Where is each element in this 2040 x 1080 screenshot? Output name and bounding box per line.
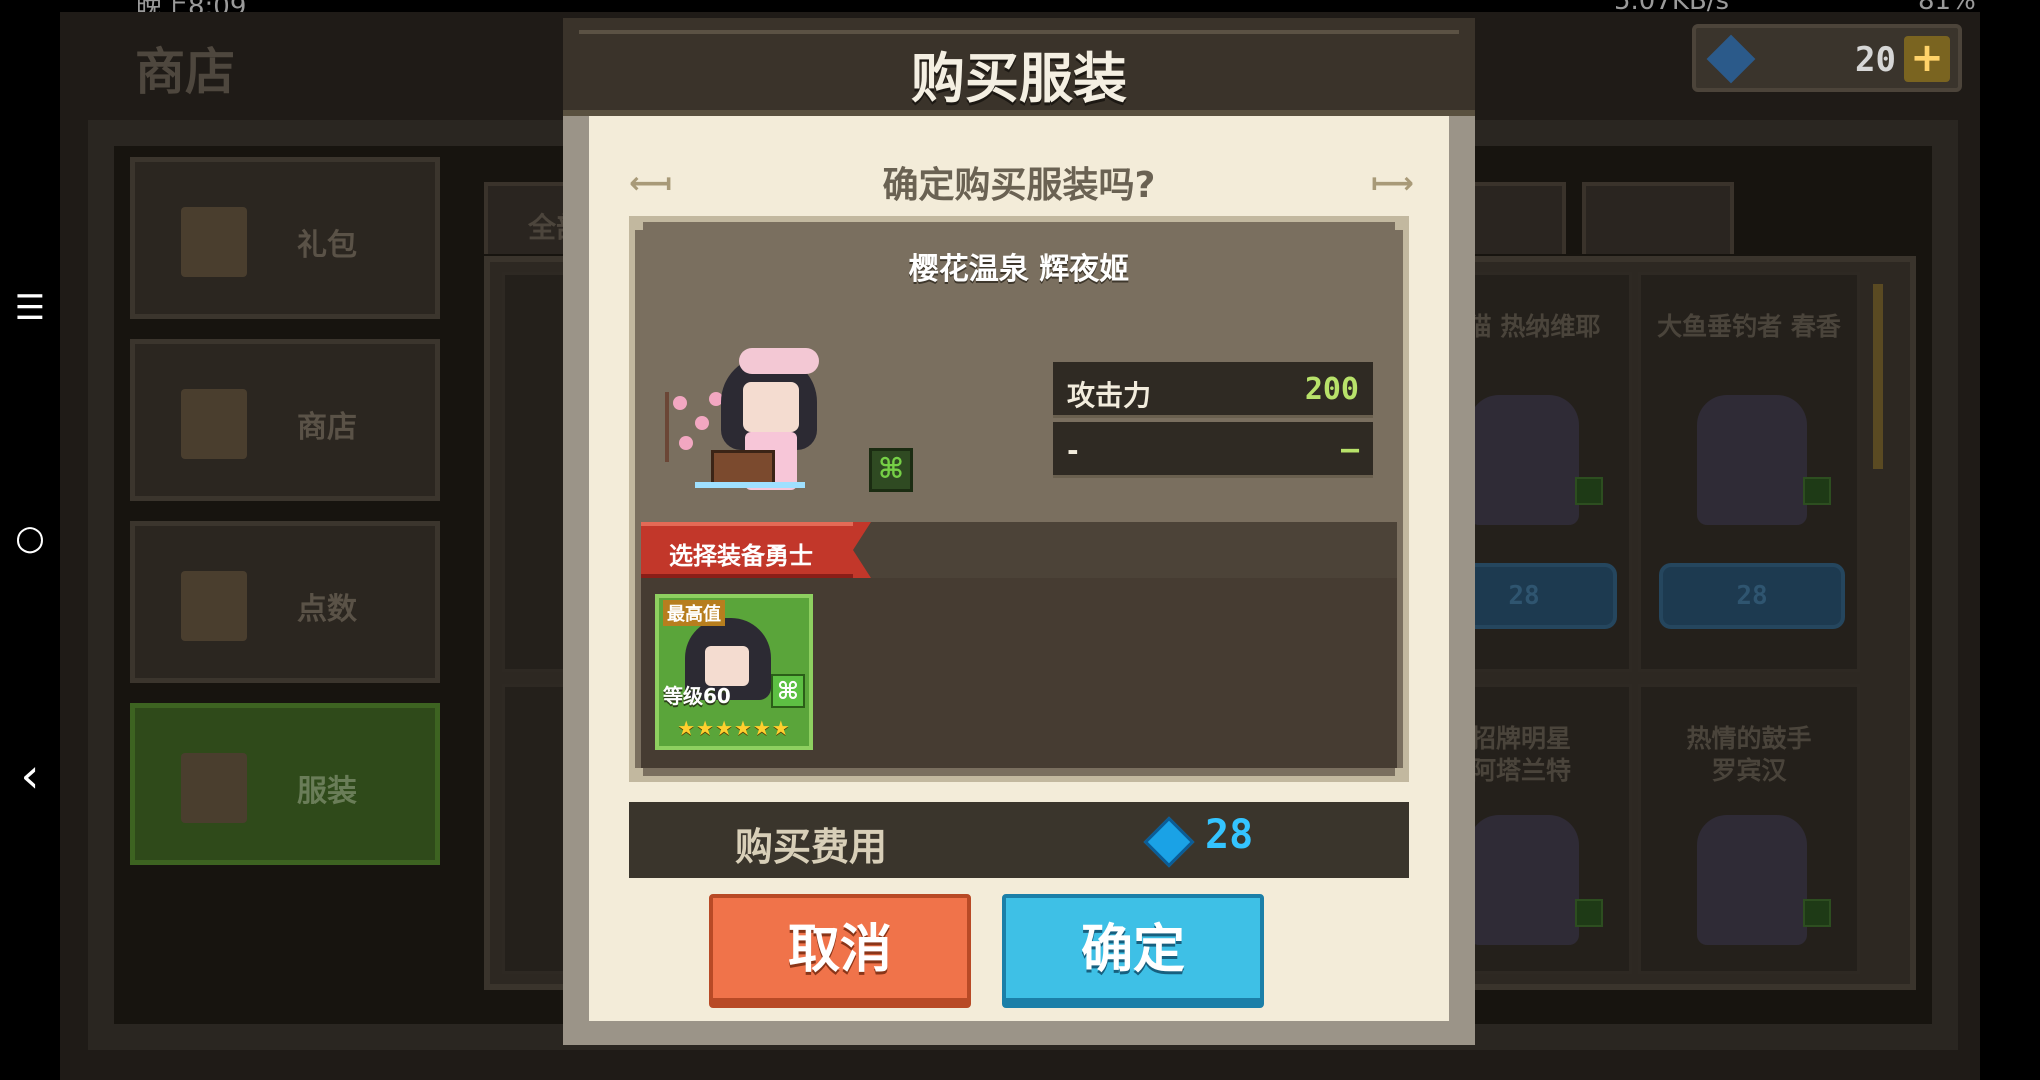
status-time: 晚上8:09 <box>136 0 246 12</box>
cost-value: 28 <box>1205 812 1254 858</box>
costume-character-art <box>1697 395 1807 525</box>
sidebar-item-label: 服装 <box>297 774 357 809</box>
currency-bar: 20 + <box>1692 24 1962 92</box>
confirm-button[interactable]: 确定 <box>1002 894 1264 1008</box>
gold-coins-icon <box>181 389 247 459</box>
gift-icon <box>181 207 247 277</box>
price-value: 28 <box>1736 581 1768 611</box>
status-network-speed: 5.07KB/s <box>1614 0 1729 12</box>
stat-label: - <box>1067 434 1079 467</box>
select-hero-ribbon: 选择装备勇士 <box>641 522 871 578</box>
sidebar-item-points[interactable]: 点数 <box>130 521 440 683</box>
purchase-cost-bar: 购买费用 28 <box>629 802 1409 878</box>
stat-row-attack: 攻击力 200 <box>1053 362 1373 418</box>
hero-stars: ★★★★★★ <box>677 716 791 740</box>
price-button[interactable]: 28 <box>1659 563 1845 629</box>
dialog-subtitle: 确定购买服装吗? <box>882 165 1156 206</box>
gem-count: 20 <box>1855 40 1896 80</box>
dialog-bottom-border <box>563 1021 1475 1045</box>
ticket-icon <box>181 571 247 641</box>
sidebar-item-label: 礼包 <box>297 228 357 263</box>
sidebar-item-costume[interactable]: 服装 <box>130 703 440 865</box>
hero-selection-area: 最高值 等级60 ⌘ ★★★★★★ <box>641 578 1397 768</box>
cost-label: 购买费用 <box>735 825 888 869</box>
dialog-left-border <box>563 116 589 1045</box>
card-name: 大鱼垂钓者 春香 <box>1657 312 1841 341</box>
dialog-header: 购买服装 <box>563 18 1475 116</box>
tab-3[interactable] <box>1582 182 1734 254</box>
costume-name: 樱花温泉 辉夜姬 <box>908 252 1130 287</box>
grid-scrollbar[interactable] <box>1873 284 1883 469</box>
hero-level: 等级60 <box>663 684 731 708</box>
corner-ornament <box>629 216 643 230</box>
add-gems-button[interactable]: + <box>1904 36 1950 82</box>
element-icon <box>1803 477 1831 505</box>
page-title: 商店 <box>135 43 235 101</box>
card-name: 热情的鼓手 罗宾汉 <box>1686 724 1812 785</box>
back-icon[interactable]: ‹ <box>0 748 60 804</box>
cherry-blossom <box>679 436 693 450</box>
menu-icon[interactable]: ☰ <box>0 288 60 328</box>
sidebar-item-label: 点数 <box>297 592 357 627</box>
costume-character-art <box>1469 815 1579 945</box>
water-splash <box>695 482 805 488</box>
character-face <box>743 382 799 432</box>
sidebar-item-label: 商店 <box>297 410 357 445</box>
cherry-blossom <box>673 396 687 410</box>
element-icon <box>1575 899 1603 927</box>
costume-character-art <box>665 332 845 502</box>
element-icon <box>1803 899 1831 927</box>
stat-label: 攻击力 <box>1067 379 1152 412</box>
costume-card[interactable]: 大鱼垂钓者 春香 28 <box>1638 272 1860 672</box>
stat-value: — <box>1340 432 1359 467</box>
costume-card[interactable]: 热情的鼓手 罗宾汉 <box>1638 684 1860 974</box>
wooden-bucket <box>711 450 775 486</box>
element-icon <box>1575 477 1603 505</box>
purchase-costume-dialog: 购买服装 ⟻ 确定购买服装吗? ⟼ 樱花温泉 辉夜姬 ⌘ 攻击力 200 - —… <box>563 18 1475 1045</box>
element-icon: ⌘ <box>869 448 913 492</box>
dialog-body: ⟻ 确定购买服装吗? ⟼ 樱花温泉 辉夜姬 ⌘ 攻击力 200 - — 选择装备… <box>589 116 1449 1045</box>
costume-character-art <box>1469 395 1579 525</box>
corner-ornament <box>629 768 643 782</box>
ornament-right-icon: ⟼ <box>1371 166 1415 201</box>
costume-detail-panel: 樱花温泉 辉夜姬 ⌘ 攻击力 200 - — 选择装备勇士 最高值 等级60 ⌘… <box>629 216 1409 782</box>
sidebar-item-shop[interactable]: 商店 <box>130 339 440 501</box>
wardrobe-icon <box>181 753 247 823</box>
ribbon-tail <box>853 522 871 578</box>
corner-ornament <box>1395 768 1409 782</box>
hero-card[interactable]: 最高值 等级60 ⌘ ★★★★★★ <box>655 594 813 750</box>
shop-sidebar: 礼包 商店 点数 服装 <box>130 157 460 977</box>
home-icon[interactable]: ○ <box>0 518 60 558</box>
character-towel <box>739 348 819 374</box>
blue-gem-icon <box>1706 34 1756 84</box>
stat-row-secondary: - — <box>1053 422 1373 478</box>
element-icon: ⌘ <box>771 674 805 708</box>
select-hero-bar: 选择装备勇士 <box>641 522 1397 578</box>
status-battery: 81% <box>1918 0 1976 12</box>
select-hero-label: 选择装备勇士 <box>669 542 813 570</box>
android-nav-rail: ☰ ○ ‹ <box>0 0 60 1080</box>
sidebar-item-gift-pack[interactable]: 礼包 <box>130 157 440 319</box>
corner-ornament <box>1395 216 1409 230</box>
max-value-tag: 最高值 <box>663 600 725 626</box>
costume-character-art <box>1697 815 1807 945</box>
blue-gem-icon <box>1143 816 1195 868</box>
cherry-blossom <box>695 416 709 430</box>
dialog-title: 购买服装 <box>911 47 1127 110</box>
dialog-right-border <box>1449 116 1475 1045</box>
cancel-button[interactable]: 取消 <box>709 894 971 1008</box>
status-bar: 晚上8:09 5.07KB/s 81% <box>60 0 1980 12</box>
stat-value: 200 <box>1304 372 1359 407</box>
